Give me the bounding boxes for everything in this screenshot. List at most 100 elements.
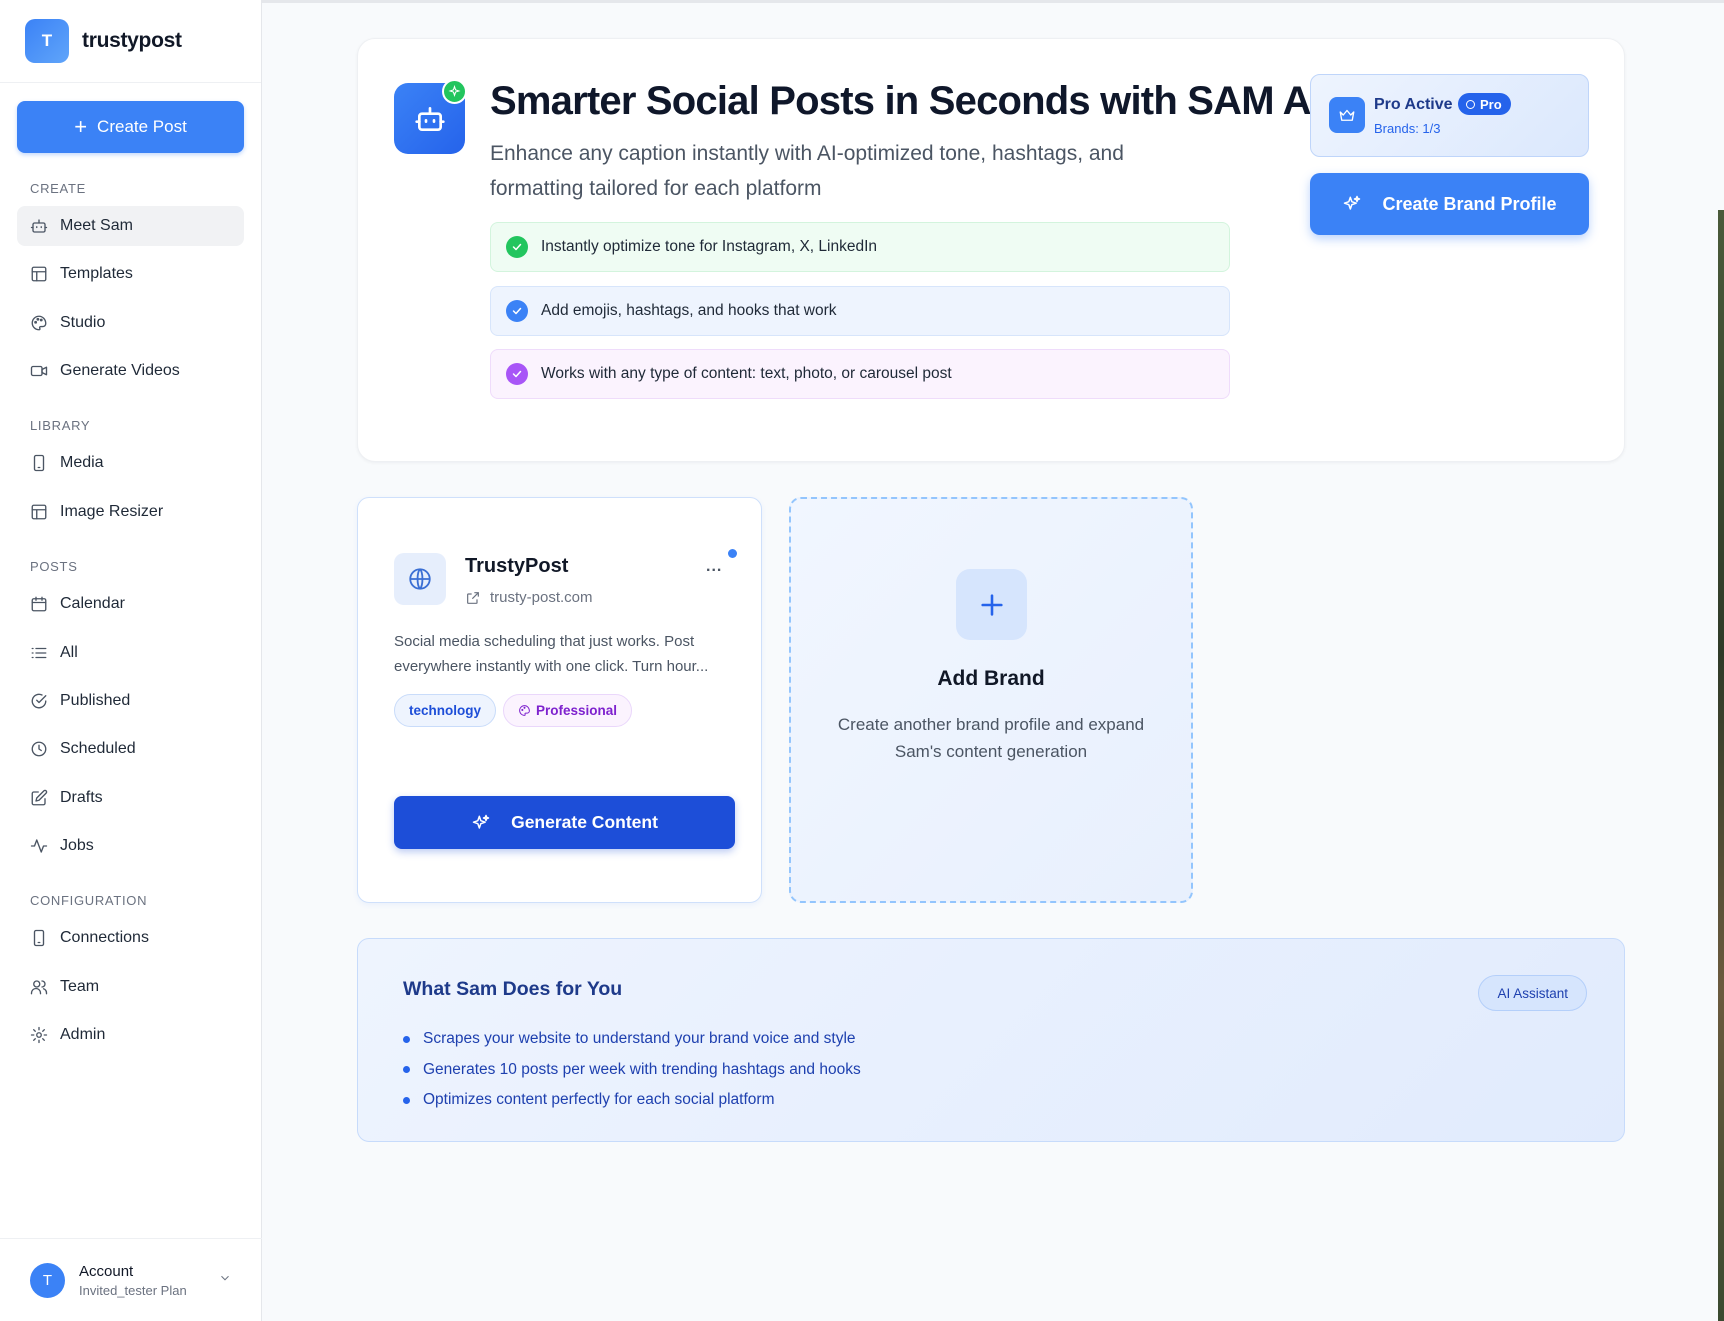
create-brand-profile-label: Create Brand Profile [1382, 193, 1557, 214]
add-brand-title: Add Brand [937, 667, 1045, 690]
sidebar-item-calendar[interactable]: Calendar [17, 584, 244, 624]
globe-icon [394, 553, 446, 605]
sidebar-item-label: Drafts [60, 789, 103, 806]
pro-badge-label: Pro [1480, 96, 1502, 112]
brands-count: Brands: 1/3 [1374, 121, 1441, 136]
list-item-text: Generates 10 posts per week with trendin… [423, 1060, 861, 1078]
feature-text: Add emojis, hashtags, and hooks that wor… [541, 302, 837, 319]
calendar-icon [31, 596, 47, 612]
sidebar-item-label: Admin [60, 1026, 106, 1043]
sidebar-item-label: Generate Videos [60, 362, 180, 379]
check-icon [506, 236, 528, 258]
top-divider [262, 0, 1724, 3]
palette-icon [519, 705, 530, 716]
clock-icon [31, 741, 47, 757]
sidebar-item-templates[interactable]: Templates [17, 254, 244, 294]
sidebar-item-admin[interactable]: Admin [17, 1015, 244, 1055]
sidebar-item-published[interactable]: Published [17, 681, 244, 721]
sidebar-item-label: Jobs [60, 837, 94, 854]
list-item: Scrapes your website to understand your … [403, 1024, 861, 1055]
sidebar-item-label: Calendar [60, 595, 125, 612]
brand-url: trusty-post.com [490, 589, 593, 606]
sam-info-list: Scrapes your website to understand your … [403, 1024, 861, 1116]
add-brand-card[interactable]: Add Brand Create another brand profile a… [789, 497, 1193, 903]
list-item: Optimizes content perfectly for each soc… [403, 1085, 861, 1116]
sidebar-item-meet-sam[interactable]: Meet Sam [17, 206, 244, 246]
tone-tag: Professional [503, 694, 633, 727]
sidebar-item-label: Media [60, 454, 104, 471]
account-menu[interactable]: T Account Invited_tester Plan [0, 1238, 262, 1321]
sidebar-item-jobs[interactable]: Jobs [17, 826, 244, 866]
page-subtitle: Enhance any caption instantly with AI-op… [490, 142, 1124, 200]
smartphone-icon [33, 454, 45, 472]
edit-icon [31, 789, 48, 806]
sidebar-item-label: Templates [60, 265, 133, 282]
sidebar-item-label: Connections [60, 929, 149, 946]
page-title: Smarter Social Posts in Seconds with SAM… [490, 79, 1322, 123]
app-name: trustypost [82, 29, 182, 52]
sidebar-item-all[interactable]: All [17, 633, 244, 673]
sparkles-icon [472, 814, 490, 829]
sidebar-item-image-resizer[interactable]: Image Resizer [17, 492, 244, 532]
bullet-icon [403, 1066, 410, 1074]
tone-tag-label: Professional [536, 703, 618, 718]
sidebar-item-scheduled[interactable]: Scheduled [17, 729, 244, 769]
video-icon [30, 365, 48, 377]
sparkles-icon [1344, 195, 1361, 210]
create-brand-profile-button[interactable]: Create Brand Profile [1310, 173, 1589, 235]
generate-content-label: Generate Content [511, 812, 658, 832]
layout-icon [31, 266, 47, 282]
create-post-button[interactable]: + Create Post [17, 101, 244, 153]
crown-icon [1329, 97, 1365, 133]
bullet-icon [403, 1096, 410, 1104]
users-icon [30, 980, 48, 995]
sam-info-panel: What Sam Does for You AI Assistant Scrap… [357, 938, 1625, 1142]
brand-name: TrustyPost [465, 555, 569, 577]
plan-status-card: Pro Active Pro Brands: 1/3 [1310, 74, 1589, 157]
section-create: CREATE [30, 181, 86, 196]
sidebar-item-media[interactable]: Media [17, 443, 244, 483]
app-logo: T [25, 19, 69, 63]
check-icon [506, 363, 528, 385]
create-post-label: Create Post [97, 117, 187, 136]
palette-icon [31, 315, 47, 331]
sidebar-item-connections[interactable]: Connections [17, 918, 244, 958]
list-item: Generates 10 posts per week with trendin… [403, 1055, 861, 1086]
chevron-down-icon [221, 1275, 229, 1281]
brand-header[interactable]: T trustypost [0, 0, 261, 83]
layout-icon [31, 504, 47, 520]
more-options-button[interactable]: ... [706, 558, 722, 576]
add-brand-description: Create another brand profile and expand … [837, 715, 1145, 761]
feature-item: Add emojis, hashtags, and hooks that wor… [490, 286, 1230, 336]
smartphone-icon [33, 929, 45, 947]
section-posts: POSTS [30, 559, 78, 574]
sidebar-item-label: All [60, 644, 78, 661]
bot-icon [30, 219, 48, 233]
bullet-icon [403, 1035, 410, 1043]
list-item-text: Optimizes content perfectly for each soc… [423, 1091, 775, 1109]
sidebar-item-drafts[interactable]: Drafts [17, 778, 244, 818]
activity-icon [30, 839, 48, 853]
account-name: Account [79, 1262, 134, 1280]
section-library: LIBRARY [30, 418, 91, 433]
brand-url-link[interactable]: trusty-post.com [465, 589, 593, 606]
badge-dot-icon [1466, 99, 1475, 109]
pro-badge: Pro [1458, 93, 1511, 115]
feature-item: Instantly optimize tone for Instagram, X… [490, 222, 1230, 272]
industry-tag: technology [394, 694, 497, 727]
account-plan: Invited_tester Plan [79, 1282, 187, 1298]
sparkle-icon [442, 79, 467, 104]
brand-card[interactable]: TrustyPost trusty-post.com ... Social me… [357, 497, 762, 903]
sidebar-item-team[interactable]: Team [17, 967, 244, 1007]
sidebar-item-label: Scheduled [60, 740, 136, 757]
plan-title: Pro Active [1374, 96, 1453, 113]
list-icon [31, 647, 47, 659]
gear-icon [30, 1026, 48, 1044]
sidebar-item-studio[interactable]: Studio [17, 303, 244, 343]
sidebar-item-generate-videos[interactable]: Generate Videos [17, 351, 244, 391]
feature-item: Works with any type of content: text, ph… [490, 349, 1230, 399]
hero-panel: Smarter Social Posts in Seconds with SAM… [357, 38, 1625, 462]
feature-text: Works with any type of content: text, ph… [541, 365, 952, 382]
generate-content-button[interactable]: Generate Content [394, 796, 735, 849]
check-circle-icon [31, 693, 47, 709]
